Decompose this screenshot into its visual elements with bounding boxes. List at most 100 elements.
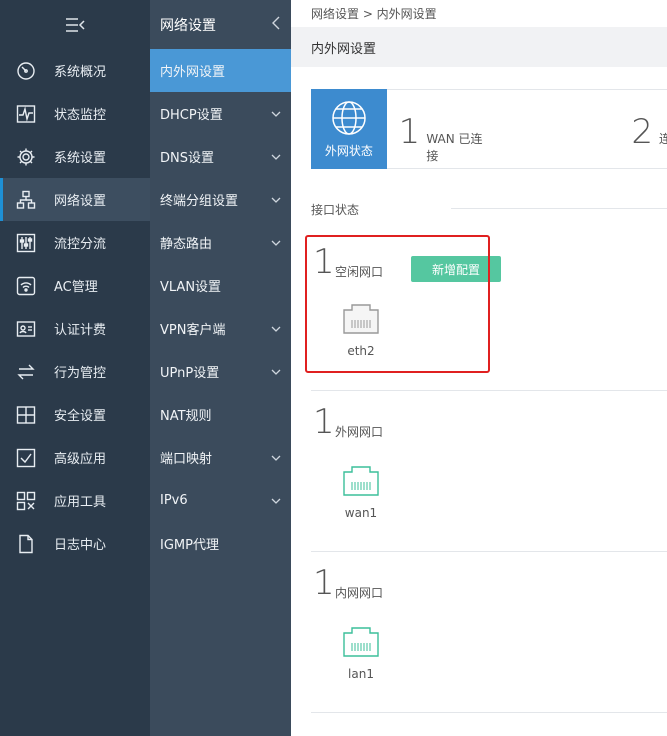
tools-icon: [16, 491, 36, 511]
wan-ports-group: 1 外网网口 wan1: [311, 400, 667, 540]
subnav-item-label: 静态路由: [160, 237, 213, 252]
sidebar-item-ac[interactable]: AC管理: [0, 264, 150, 307]
menu-toggle-icon[interactable]: [0, 0, 150, 49]
sidebar-item-security[interactable]: 安全设置: [0, 393, 150, 436]
subnav-item-label: IPv6: [160, 493, 188, 508]
subnav-item-static-route[interactable]: 静态路由: [150, 221, 291, 264]
sidebar-item-label: 系统设置: [54, 151, 107, 166]
wan-status-tile[interactable]: 外网状态: [311, 89, 387, 169]
sidebar-item-system[interactable]: 系统设置: [0, 135, 150, 178]
wan-status-label: 外网状态: [324, 143, 373, 158]
pulse-icon: [16, 104, 36, 124]
group-name: 内网网口: [335, 586, 384, 600]
sidebar-item-network[interactable]: 网络设置: [0, 178, 150, 221]
collapse-chevron-icon[interactable]: [271, 16, 281, 34]
chevron-down-icon: [271, 326, 281, 332]
wifi-icon: [16, 276, 36, 296]
chevron-down-icon: [271, 455, 281, 461]
subnav-item-vpn[interactable]: VPN客户端: [150, 307, 291, 350]
sidebar-item-label: 日志中心: [54, 538, 107, 553]
group-divider: [311, 712, 667, 713]
subnav-item-igmp[interactable]: IGMP代理: [150, 522, 291, 565]
sidebar-item-label: 流控分流: [54, 237, 107, 252]
chevron-down-icon: [271, 154, 281, 160]
sidebar-item-label: 认证计费: [54, 323, 107, 338]
second-stat: 2 连: [631, 90, 667, 168]
subnav-item-label: IGMP代理: [160, 538, 219, 553]
ethernet-port-icon: [343, 627, 379, 657]
chevron-down-icon: [271, 197, 281, 203]
ethernet-port-icon: [343, 466, 379, 496]
subnav-item-label: DNS设置: [160, 151, 214, 166]
network-icon: [16, 190, 36, 210]
subnav-item-upnp[interactable]: UPnP设置: [150, 350, 291, 393]
check-box-icon: [16, 448, 36, 468]
group-name: 外网网口: [335, 425, 384, 439]
subnav-item-ipv6[interactable]: IPv6: [150, 479, 291, 522]
breadcrumb: 网络设置 > 内外网设置: [311, 7, 437, 21]
sidebar-item-label: 应用工具: [54, 495, 107, 510]
subnav-item-terminal-group[interactable]: 终端分组设置: [150, 178, 291, 221]
main-sidebar: 系统概况 状态监控 系统设置 网络设置 流控分流 AC管理 认证计费 行为管控 …: [0, 0, 150, 736]
second-label: 连: [658, 132, 667, 146]
port-name: wan1: [344, 506, 378, 520]
sidebar-item-behavior[interactable]: 行为管控: [0, 350, 150, 393]
document-icon: [16, 534, 36, 554]
chevron-down-icon: [271, 498, 281, 504]
chevron-down-icon: [271, 240, 281, 246]
sidebar-item-overview[interactable]: 系统概况: [0, 49, 150, 92]
group-count: 1: [313, 563, 335, 603]
subnav-title: 网络设置: [160, 17, 216, 34]
shield-grid-icon: [16, 405, 36, 425]
sidebar-item-flow[interactable]: 流控分流: [0, 221, 150, 264]
subnav-item-dhcp[interactable]: DHCP设置: [150, 92, 291, 135]
sidebar-item-advanced[interactable]: 高级应用: [0, 436, 150, 479]
subnav-item-vlan[interactable]: VLAN设置: [150, 264, 291, 307]
lan-ports-group: 1 内网网口 lan1: [311, 561, 667, 701]
swap-icon: [16, 362, 36, 382]
port-lan1[interactable]: lan1: [331, 625, 391, 681]
subnav-item-port-mapping[interactable]: 端口映射: [150, 436, 291, 479]
dashboard-icon: [16, 61, 36, 81]
id-card-icon: [16, 319, 36, 339]
subnav-item-dns[interactable]: DNS设置: [150, 135, 291, 178]
subnav-item-nat[interactable]: NAT规则: [150, 393, 291, 436]
subnav-item-label: 内外网设置: [160, 65, 226, 80]
sliders-icon: [16, 233, 36, 253]
subnav-item-label: VPN客户端: [160, 323, 226, 338]
page-title: 内外网设置: [291, 27, 667, 67]
sidebar-item-tools[interactable]: 应用工具: [0, 479, 150, 522]
wan-count: 1: [398, 112, 421, 152]
sidebar-item-auth[interactable]: 认证计费: [0, 307, 150, 350]
subnav-item-label: DHCP设置: [160, 108, 223, 123]
sidebar-item-log[interactable]: 日志中心: [0, 522, 150, 565]
sidebar-item-label: 行为管控: [54, 366, 107, 381]
subnav-header: 网络设置: [150, 0, 291, 49]
sidebar-item-label: 高级应用: [54, 452, 107, 467]
group-divider: [311, 551, 667, 552]
subnav-item-label: 终端分组设置: [160, 194, 239, 209]
port-wan1[interactable]: wan1: [331, 464, 391, 520]
sidebar-item-monitor[interactable]: 状态监控: [0, 92, 150, 135]
subnav-item-label: VLAN设置: [160, 280, 222, 295]
section-divider: [451, 208, 667, 209]
sidebar-item-label: AC管理: [54, 280, 98, 295]
subnav-item-wan-lan[interactable]: 内外网设置: [150, 49, 291, 92]
sub-sidebar: 网络设置 内外网设置 DHCP设置 DNS设置 终端分组设置 静态路由 VLAN…: [150, 0, 291, 736]
subnav-item-label: UPnP设置: [160, 366, 220, 381]
sidebar-item-label: 安全设置: [54, 409, 107, 424]
chevron-down-icon: [271, 111, 281, 117]
globe-icon: [332, 100, 366, 135]
sidebar-item-label: 系统概况: [54, 65, 107, 80]
sidebar-item-label: 网络设置: [54, 194, 107, 209]
status-row: 外网状态 1 WAN 已连接 2 连: [311, 89, 667, 169]
gear-icon: [16, 147, 36, 167]
interfaces-label: 接口状态: [311, 203, 360, 217]
group-divider: [311, 390, 667, 391]
chevron-down-icon: [271, 369, 281, 375]
sidebar-item-label: 状态监控: [54, 108, 107, 123]
wan-connected-stat: 1 WAN 已连接: [399, 90, 490, 168]
subnav-item-label: NAT规则: [160, 409, 212, 424]
port-name: lan1: [348, 667, 374, 681]
highlight-box: [305, 235, 490, 373]
